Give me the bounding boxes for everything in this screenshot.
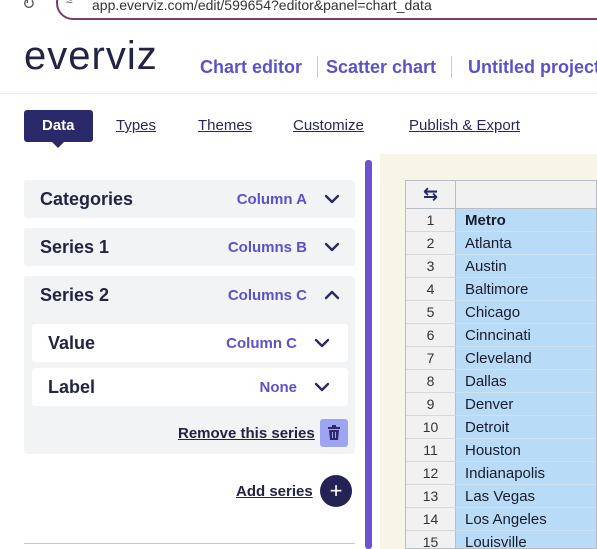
row-number[interactable]: 1 xyxy=(406,209,456,232)
reload-icon[interactable]: ↻ xyxy=(22,0,35,14)
label-field-column: None xyxy=(259,379,298,396)
value-label: Value xyxy=(48,333,96,353)
refresh-icon[interactable]: ⇆ xyxy=(406,181,456,209)
tab-types[interactable]: Types xyxy=(116,110,156,142)
table-row: 8 Dallas xyxy=(406,370,596,393)
series-1-label: Series 1 xyxy=(40,237,110,257)
table-row: 2 Atlanta xyxy=(406,232,596,255)
value-column: Column C xyxy=(226,335,297,352)
nav-chart-type[interactable]: Scatter chart xyxy=(326,57,436,78)
grid-cell[interactable]: Houston xyxy=(456,439,596,462)
grid-cell[interactable]: Atlanta xyxy=(456,232,596,255)
grid-cell[interactable]: Austin xyxy=(456,255,596,278)
grid-cell[interactable]: Los Angeles xyxy=(456,508,596,531)
row-number[interactable]: 11 xyxy=(406,439,456,462)
editor-tabs: Data Types Themes Customize Publish & Ex… xyxy=(0,110,597,148)
trash-icon[interactable] xyxy=(320,419,348,447)
plus-icon[interactable]: + xyxy=(320,475,352,507)
grid-cell[interactable]: Baltimore xyxy=(456,278,596,301)
table-row: 10 Detroit xyxy=(406,416,596,439)
row-number[interactable]: 12 xyxy=(406,462,456,485)
table-row: 11 Houston xyxy=(406,439,596,462)
site-settings-icon[interactable]: ≈ xyxy=(66,0,73,8)
nav-divider xyxy=(317,56,318,78)
tab-publish-export[interactable]: Publish & Export xyxy=(409,110,520,142)
url-text[interactable]: app.everviz.com/edit/599654?editor&panel… xyxy=(92,0,432,13)
nav-chart-editor[interactable]: Chart editor xyxy=(200,57,302,78)
series-1-accordion[interactable]: Series 1 Columns B xyxy=(24,228,355,266)
row-number[interactable]: 4 xyxy=(406,278,456,301)
tab-themes[interactable]: Themes xyxy=(198,110,252,142)
chevron-down-icon[interactable] xyxy=(313,378,331,396)
table-row: 14 Los Angeles xyxy=(406,508,596,531)
table-row: 4 Baltimore xyxy=(406,278,596,301)
table-row: 6 Cinncinati xyxy=(406,324,596,347)
tab-data[interactable]: Data xyxy=(24,110,93,148)
categories-accordion[interactable]: Categories Column A xyxy=(24,180,355,218)
table-row: 9 Denver xyxy=(406,393,596,416)
divider xyxy=(24,543,355,544)
row-number[interactable]: 10 xyxy=(406,416,456,439)
row-number[interactable]: 5 xyxy=(406,301,456,324)
panel-resize-handle[interactable] xyxy=(365,160,372,549)
label-mapping-row[interactable]: Label None xyxy=(32,368,348,406)
row-number[interactable]: 7 xyxy=(406,347,456,370)
table-row: 1 Metro xyxy=(406,209,596,232)
categories-label: Categories xyxy=(40,189,134,209)
grid-cell[interactable]: Cleveland xyxy=(456,347,596,370)
table-row: 12 Indianapolis xyxy=(406,462,596,485)
nav-divider xyxy=(451,56,452,78)
chevron-down-icon[interactable] xyxy=(323,238,341,256)
grid-cell[interactable]: Cinncinati xyxy=(456,324,596,347)
chevron-down-icon[interactable] xyxy=(313,334,331,352)
series-2-columns[interactable]: Columns C xyxy=(228,287,307,304)
row-number[interactable]: 6 xyxy=(406,324,456,347)
value-mapping-row[interactable]: Value Column C xyxy=(32,324,348,362)
nav-project-name[interactable]: Untitled project xyxy=(468,57,597,78)
row-number[interactable]: 15 xyxy=(406,531,456,548)
grid-cell[interactable]: Chicago xyxy=(456,301,596,324)
table-row: 3 Austin xyxy=(406,255,596,278)
table-row: 5 Chicago xyxy=(406,301,596,324)
row-number[interactable]: 3 xyxy=(406,255,456,278)
remove-series-link[interactable]: Remove this series xyxy=(178,425,315,442)
table-row: 13 Las Vegas xyxy=(406,485,596,508)
app-header: everviz Chart editor Scatter chart Untit… xyxy=(0,20,597,94)
row-number[interactable]: 8 xyxy=(406,370,456,393)
chevron-down-icon[interactable] xyxy=(323,190,341,208)
chevron-up-icon[interactable] xyxy=(323,286,341,304)
grid-cell[interactable]: Detroit xyxy=(456,416,596,439)
label-field-label: Label xyxy=(48,377,96,397)
grid-cell[interactable]: Metro xyxy=(456,209,596,232)
row-number[interactable]: 9 xyxy=(406,393,456,416)
row-number[interactable]: 13 xyxy=(406,485,456,508)
series-2-label[interactable]: Series 2 xyxy=(40,285,109,306)
browser-url-bar: ↻ ≈ app.everviz.com/edit/599654?editor&p… xyxy=(0,0,597,20)
grid-cell[interactable]: Dallas xyxy=(456,370,596,393)
row-number[interactable]: 14 xyxy=(406,508,456,531)
everviz-logo[interactable]: everviz xyxy=(24,36,158,76)
categories-column: Column A xyxy=(236,191,307,208)
grid-cell[interactable]: Louisville xyxy=(456,531,596,548)
table-row: 15 Louisville xyxy=(406,531,596,548)
add-series-link[interactable]: Add series xyxy=(236,483,313,500)
grid-header: ⇆ xyxy=(406,181,596,209)
grid-cell[interactable]: Las Vegas xyxy=(456,485,596,508)
table-row: 7 Cleveland xyxy=(406,347,596,370)
series-1-columns: Columns B xyxy=(227,239,307,256)
tab-customize[interactable]: Customize xyxy=(293,110,364,142)
grid-cell[interactable]: Denver xyxy=(456,393,596,416)
row-number[interactable]: 2 xyxy=(406,232,456,255)
data-grid: ⇆ 1 Metro 2 Atlanta 3 Austin 4 Baltimore 5 Chicag… xyxy=(405,180,597,549)
grid-cell[interactable]: Indianapolis xyxy=(456,462,596,485)
